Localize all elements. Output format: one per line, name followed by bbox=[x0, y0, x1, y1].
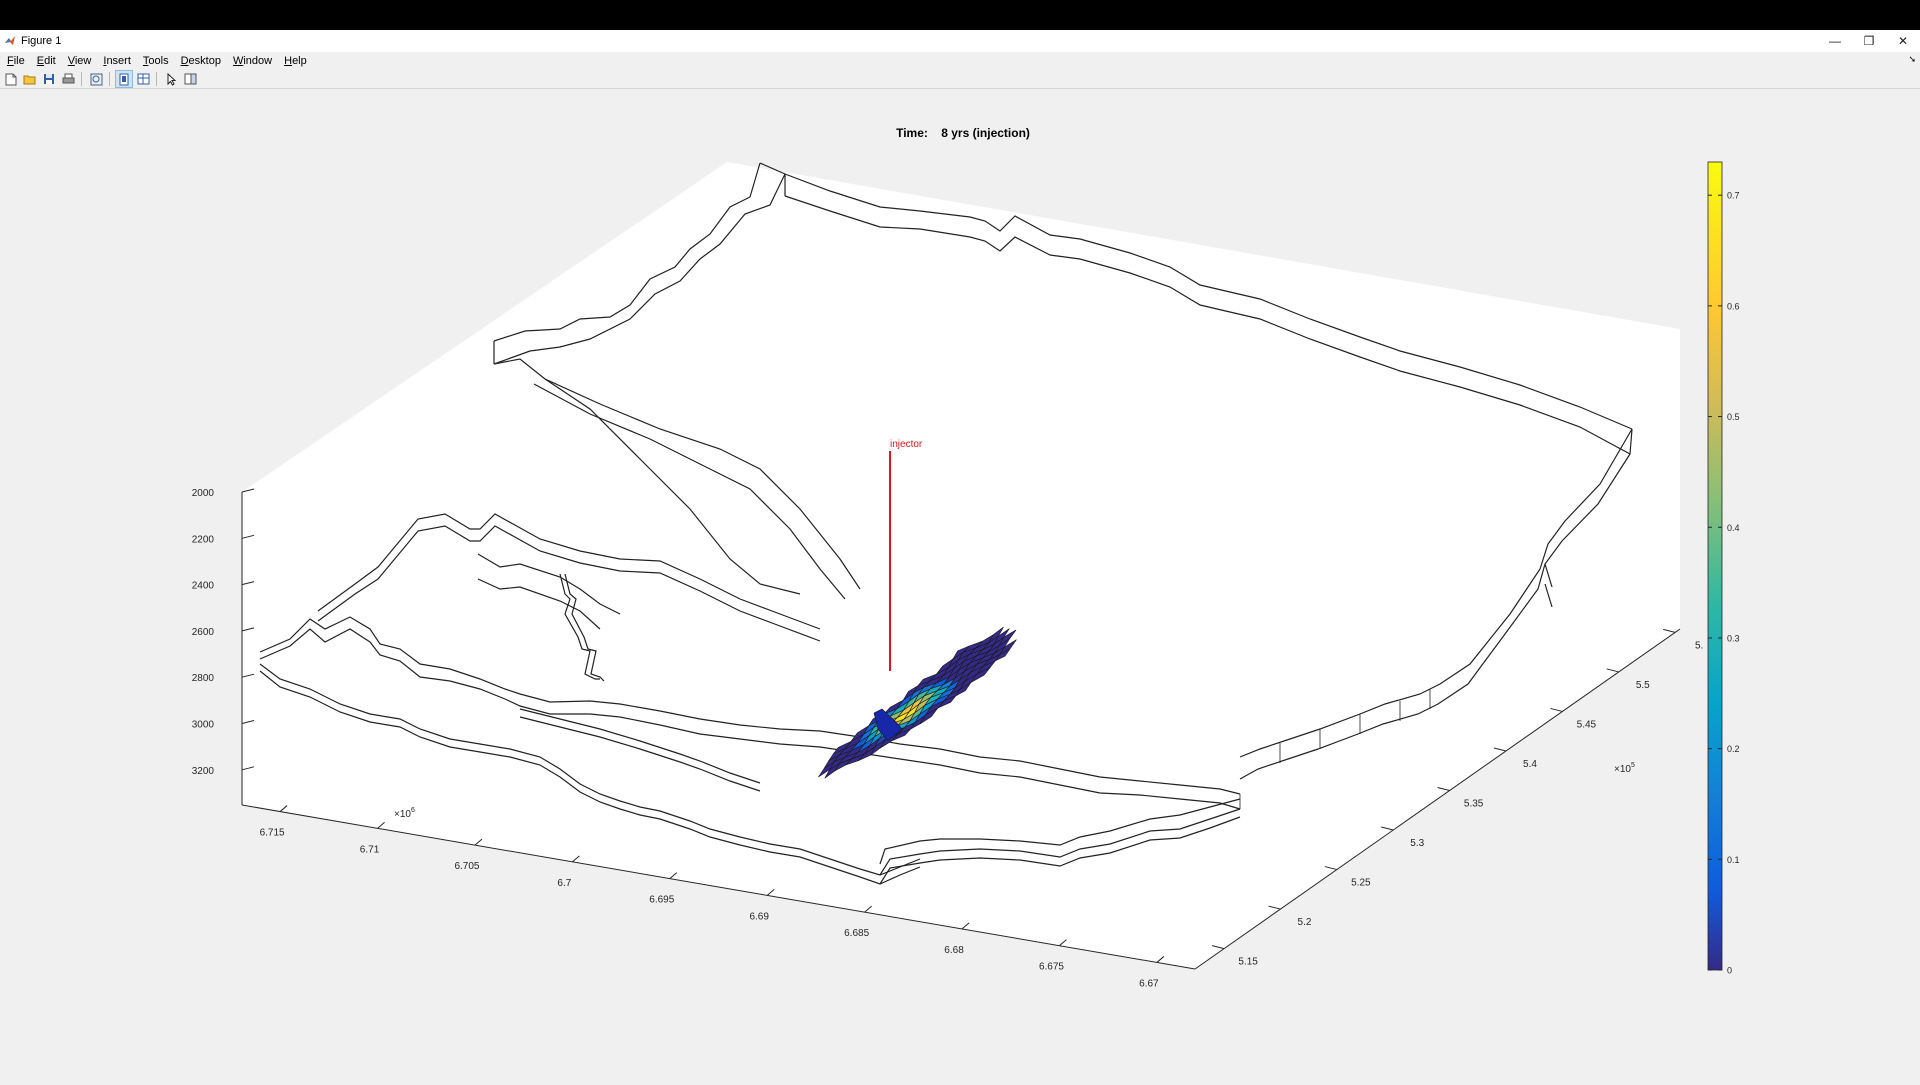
y-tick-label: 5.25 bbox=[1351, 878, 1371, 889]
menu-window[interactable]: Window bbox=[228, 55, 277, 67]
y-tick-label: 5.3 bbox=[1410, 838, 1424, 849]
colorbar-tick-label: 0.7 bbox=[1727, 191, 1740, 201]
x-tick-label: 6.685 bbox=[844, 928, 869, 939]
colorbar-tick-label: 0.3 bbox=[1727, 633, 1740, 643]
y-tick-label: 5.15 bbox=[1238, 957, 1258, 968]
z-tick-label: 2800 bbox=[192, 673, 215, 684]
screen-top-bar bbox=[0, 0, 1920, 30]
menu-file[interactable]: File bbox=[2, 55, 30, 67]
window-controls: — ❐ ✕ bbox=[1818, 30, 1920, 52]
pointer-icon[interactable] bbox=[163, 71, 179, 87]
x-tick-label: 6.675 bbox=[1039, 962, 1064, 973]
figure-canvas[interactable]: Time: 8 yrs (injection) 2000 2200 2400 2600… bbox=[0, 89, 1920, 1080]
close-button[interactable]: ✕ bbox=[1886, 30, 1920, 52]
z-tick-label: 2000 bbox=[192, 488, 215, 499]
window-title: Figure 1 bbox=[21, 35, 62, 47]
figure-toolbar bbox=[0, 70, 1920, 89]
y-tick-label: 5.2 bbox=[1298, 917, 1312, 928]
plot-svg[interactable]: Time: 8 yrs (injection) 2000 2200 2400 2600… bbox=[0, 89, 1920, 1080]
z-tick-label: 2200 bbox=[192, 534, 215, 545]
y-tick-label: 5.4 bbox=[1523, 759, 1537, 770]
x-tick-label: 6.68 bbox=[944, 945, 964, 956]
new-figure-icon[interactable] bbox=[3, 71, 19, 87]
dock-arrow-icon[interactable]: ➘ bbox=[1908, 54, 1916, 65]
y-tick-label: 5.5 bbox=[1636, 680, 1650, 691]
x-tick-label: 6.715 bbox=[260, 828, 285, 839]
menu-desktop[interactable]: Desktop bbox=[176, 55, 226, 67]
window-titlebar: Figure 1 — ❐ ✕ bbox=[0, 30, 1920, 52]
plot-title: Time: 8 yrs (injection) bbox=[896, 126, 1030, 140]
z-tick-label: 2400 bbox=[192, 581, 215, 592]
menu-tools[interactable]: Tools bbox=[138, 55, 174, 67]
colorbar-tick-label: 0.2 bbox=[1727, 744, 1740, 754]
colorbar-tick-label: 0 bbox=[1727, 966, 1732, 976]
save-icon[interactable] bbox=[41, 71, 57, 87]
colorbar-tick-label: 0.5 bbox=[1727, 412, 1740, 422]
data-cursor-icon[interactable] bbox=[115, 70, 133, 88]
x-tick-label: 6.67 bbox=[1139, 978, 1159, 989]
matlab-logo-icon bbox=[5, 36, 15, 45]
z-tick-label: 3200 bbox=[192, 766, 215, 777]
z-tick-label: 3000 bbox=[192, 720, 215, 731]
print-icon[interactable] bbox=[60, 71, 76, 87]
x-tick-label: 6.7 bbox=[557, 878, 571, 889]
restore-button[interactable]: ❐ bbox=[1852, 30, 1886, 52]
toolbar-separator bbox=[109, 72, 110, 86]
x-tick-label: 6.695 bbox=[649, 895, 674, 906]
colorbar-tick-label: 0.6 bbox=[1727, 301, 1740, 311]
y-tick-label: 5. bbox=[1695, 640, 1703, 651]
x-tick-label: 6.69 bbox=[749, 911, 769, 922]
minimize-button[interactable]: — bbox=[1818, 30, 1852, 52]
colorbar-icon[interactable] bbox=[135, 71, 151, 87]
colorbar-tick-label: 0.1 bbox=[1727, 855, 1740, 865]
open-file-icon[interactable] bbox=[22, 71, 38, 87]
menu-insert[interactable]: Insert bbox=[98, 55, 136, 67]
zoom-icon[interactable] bbox=[88, 71, 104, 87]
y-tick-label: 5.35 bbox=[1464, 799, 1484, 810]
menu-bar: File Edit View Insert Tools Desktop Wind… bbox=[0, 52, 1920, 70]
toolbar-separator bbox=[156, 72, 157, 86]
colorbar[interactable] bbox=[1707, 161, 1723, 971]
x-tick-label: 6.705 bbox=[454, 861, 479, 872]
x-tick-label: 6.71 bbox=[360, 844, 380, 855]
y-tick-label: 5.45 bbox=[1577, 719, 1597, 730]
z-tick-label: 2600 bbox=[192, 627, 215, 638]
y-exponent-label: ×105 bbox=[1614, 762, 1635, 775]
menu-edit[interactable]: Edit bbox=[32, 55, 61, 67]
colorbar-tick-label: 0.4 bbox=[1727, 523, 1740, 533]
property-inspector-icon[interactable] bbox=[182, 71, 198, 87]
menu-help[interactable]: Help bbox=[279, 55, 312, 67]
menu-view[interactable]: View bbox=[63, 55, 97, 67]
toolbar-separator bbox=[81, 72, 82, 86]
injector-label: injector bbox=[890, 439, 923, 450]
